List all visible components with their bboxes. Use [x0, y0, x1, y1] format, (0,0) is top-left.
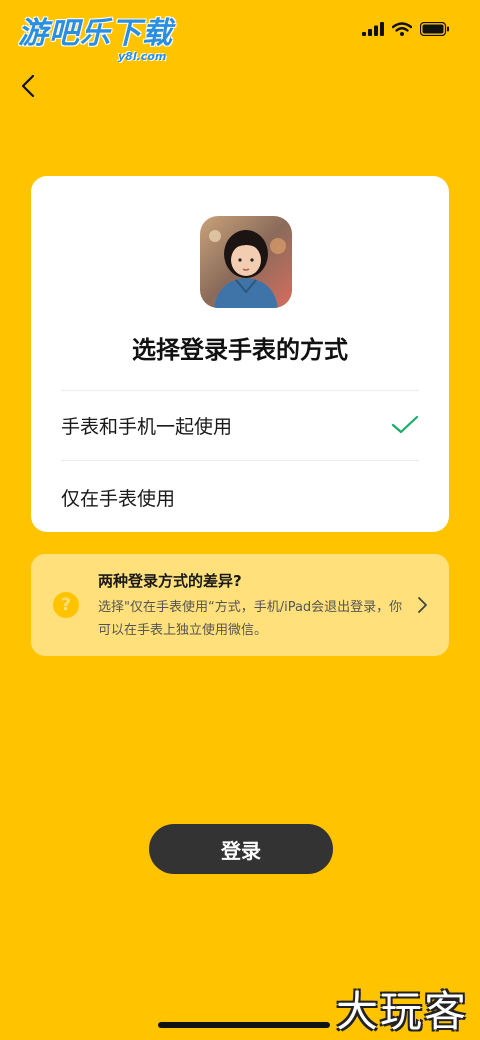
status-bar: 游吧乐下载 y8l.com — [0, 0, 480, 64]
watermark-logo-text: 游吧乐下载 — [18, 16, 173, 51]
chevron-right-icon — [418, 597, 427, 613]
option-watch-only[interactable]: 仅在手表使用 — [61, 462, 419, 532]
avatar — [200, 216, 292, 308]
status-icons — [362, 22, 450, 36]
battery-icon — [420, 22, 449, 36]
divider — [61, 460, 419, 461]
option-label: 仅在手表使用 — [61, 487, 176, 510]
info-body: 选择"仅在手表使用“方式，手机/iPad会退出登录，你可以在手表上独立使用微信。 — [98, 600, 403, 638]
home-indicator[interactable] — [158, 1022, 330, 1028]
watermark-logo-subtext: y8l.com — [118, 50, 167, 63]
check-icon — [391, 415, 419, 434]
watermark-corner-text: 大玩客 — [335, 987, 468, 1036]
signal-icon — [362, 22, 384, 36]
back-button[interactable] — [14, 70, 44, 104]
chevron-left-icon — [21, 74, 35, 98]
option-label: 手表和手机一起使用 — [61, 415, 233, 438]
login-button[interactable]: 登录 — [149, 824, 333, 874]
info-title: 两种登录方式的差异? — [98, 572, 242, 590]
watermark-logo: 游吧乐下载 y8l.com — [18, 16, 173, 64]
question-icon: ? — [53, 592, 79, 618]
login-method-card: 选择登录手表的方式 手表和手机一起使用 仅在手表使用 — [31, 176, 449, 532]
wifi-icon — [392, 22, 412, 36]
avatar-image — [200, 216, 292, 308]
option-watch-and-phone[interactable]: 手表和手机一起使用 — [61, 390, 419, 460]
card-title: 选择登录手表的方式 — [132, 336, 348, 364]
login-difference-info[interactable]: ? 两种登录方式的差异? 选择"仅在手表使用“方式，手机/iPad会退出登录，你… — [31, 554, 449, 656]
